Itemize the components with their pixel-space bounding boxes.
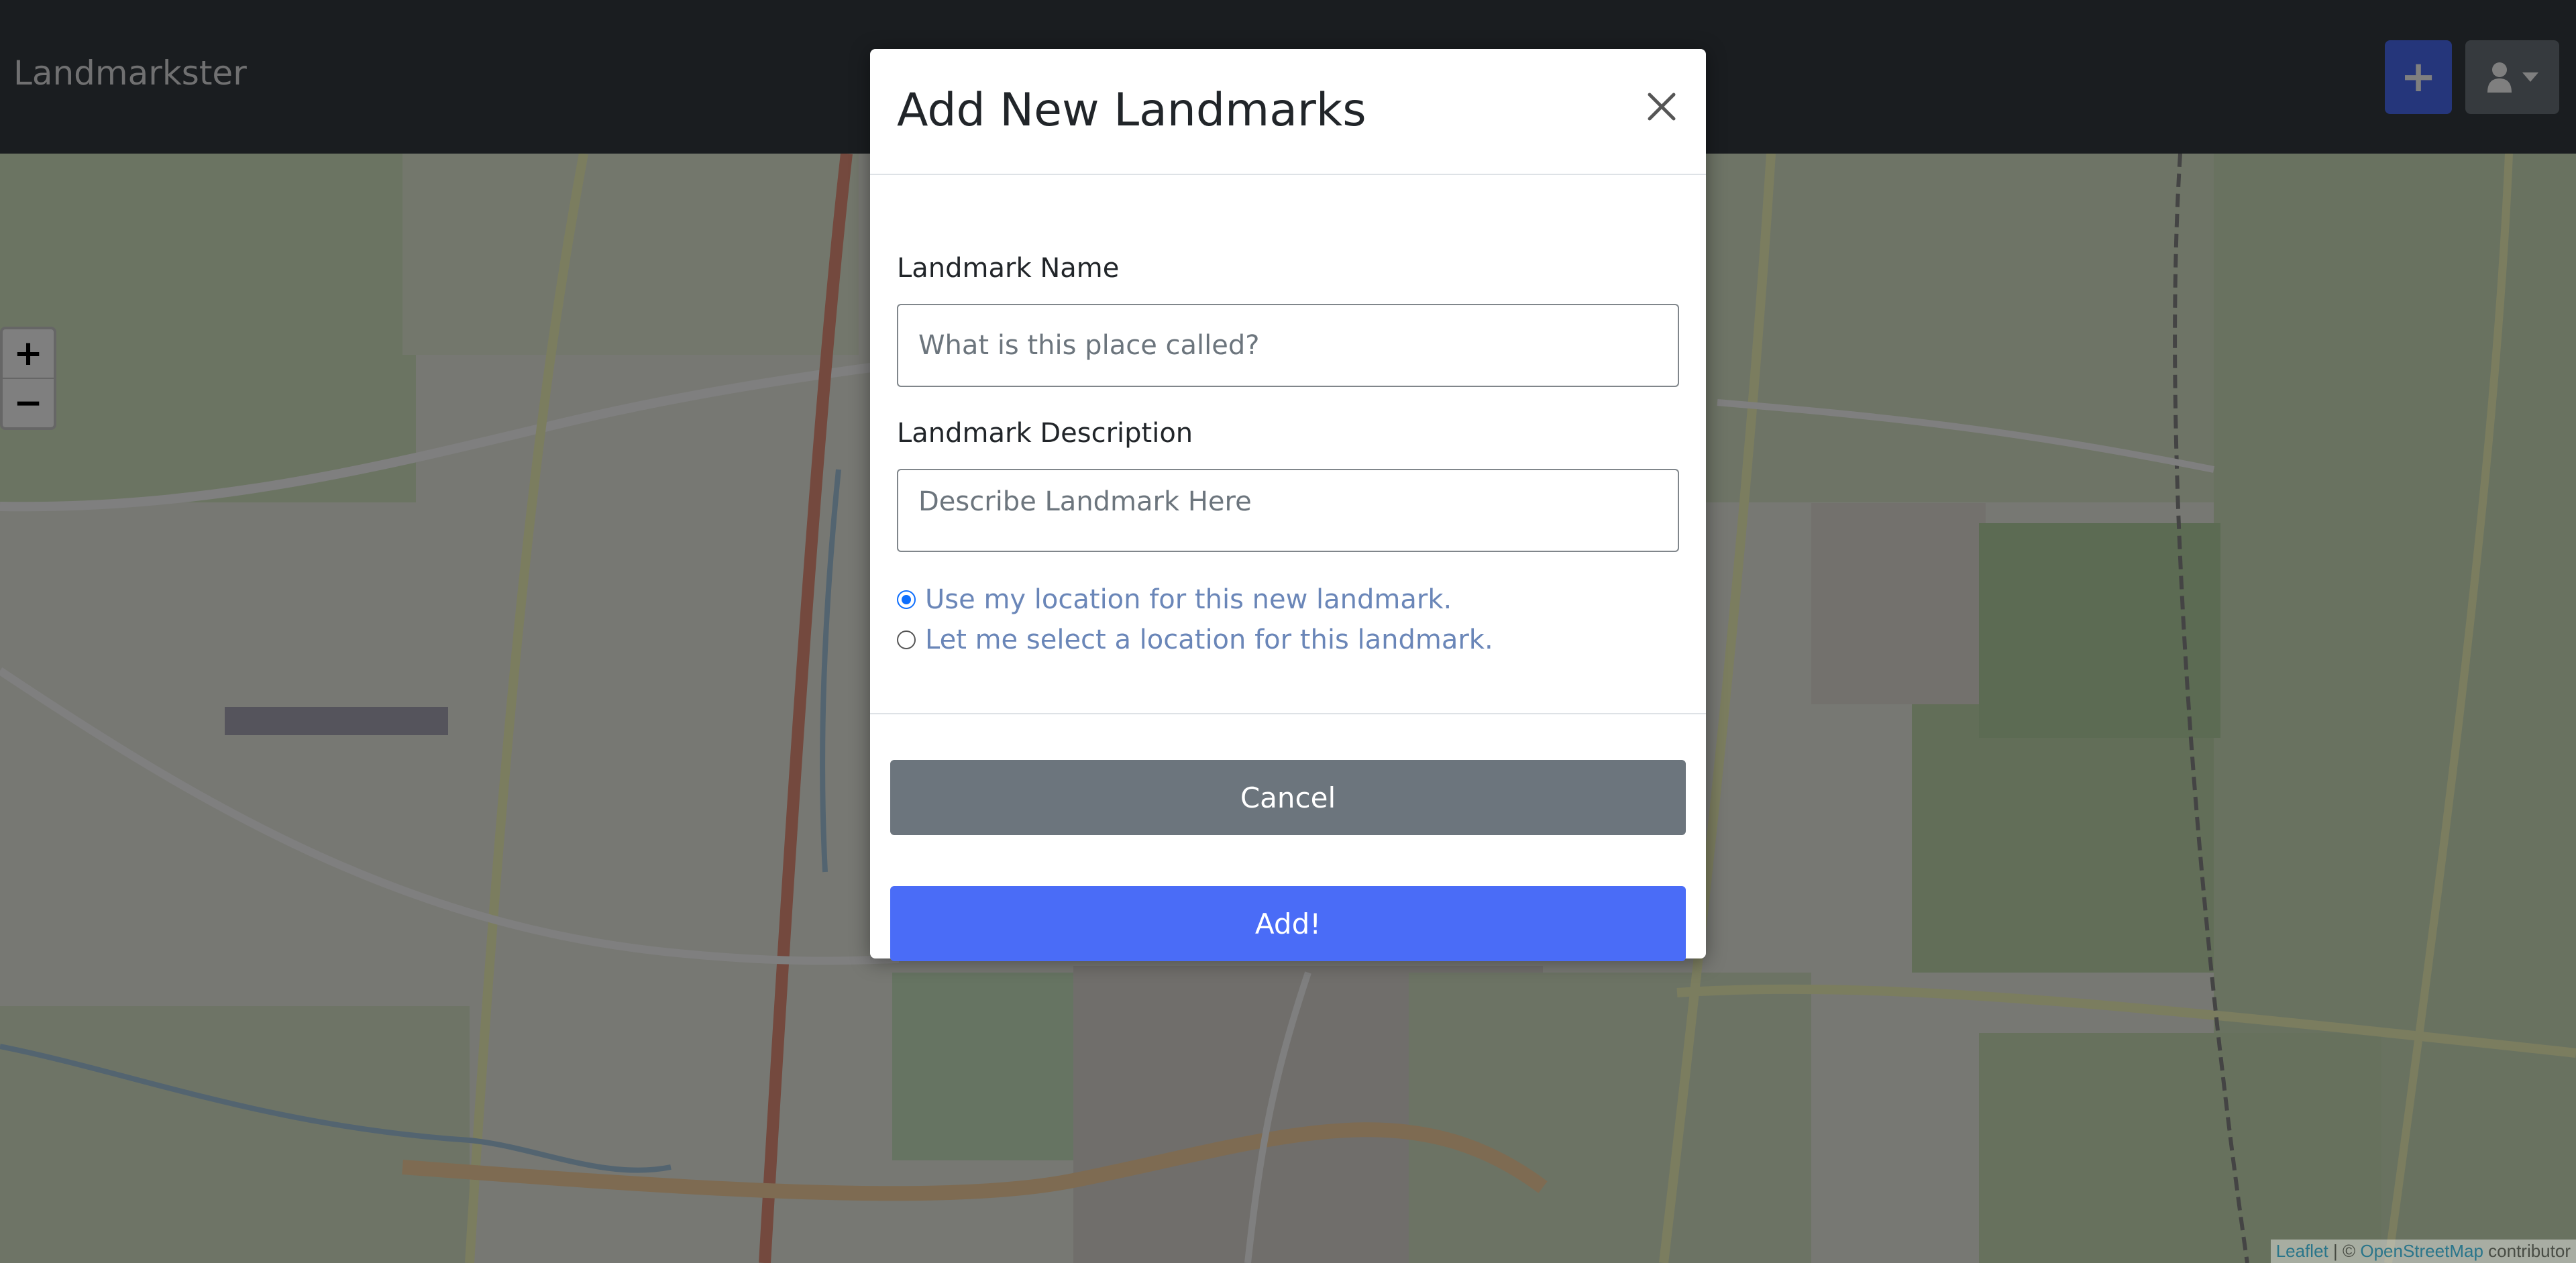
map-attribution: Leaflet | © OpenStreetMap contributor xyxy=(2270,1240,2576,1263)
modal-header: Add New Landmarks xyxy=(870,49,1706,175)
use-my-location-label[interactable]: Use my location for this new landmark. xyxy=(925,584,1452,615)
osm-link[interactable]: OpenStreetMap xyxy=(2360,1241,2483,1261)
modal-title: Add New Landmarks xyxy=(897,84,1366,137)
landmark-name-label: Landmark Name xyxy=(897,253,1120,284)
select-location-radio[interactable] xyxy=(897,630,916,649)
add-landmark-modal: Add New Landmarks Landmark Name Landmark… xyxy=(870,49,1706,961)
select-location-option[interactable]: Let me select a location for this landma… xyxy=(897,624,1493,655)
use-my-location-radio[interactable] xyxy=(897,590,916,609)
add-button[interactable]: Add! xyxy=(890,886,1686,961)
landmark-description-label: Landmark Description xyxy=(897,418,1193,449)
landmark-name-input[interactable] xyxy=(897,304,1679,387)
select-location-label[interactable]: Let me select a location for this landma… xyxy=(925,624,1493,655)
landmark-description-textarea[interactable] xyxy=(897,469,1679,552)
modal-footer: Cancel Add! xyxy=(870,713,1706,961)
attribution-separator: | © xyxy=(2328,1241,2361,1261)
use-my-location-option[interactable]: Use my location for this new landmark. xyxy=(897,584,1452,615)
leaflet-link[interactable]: Leaflet xyxy=(2276,1241,2328,1261)
cancel-button[interactable]: Cancel xyxy=(890,760,1686,835)
attribution-suffix: contributor xyxy=(2483,1241,2571,1261)
close-button[interactable] xyxy=(1642,87,1682,127)
close-icon xyxy=(1648,93,1676,121)
